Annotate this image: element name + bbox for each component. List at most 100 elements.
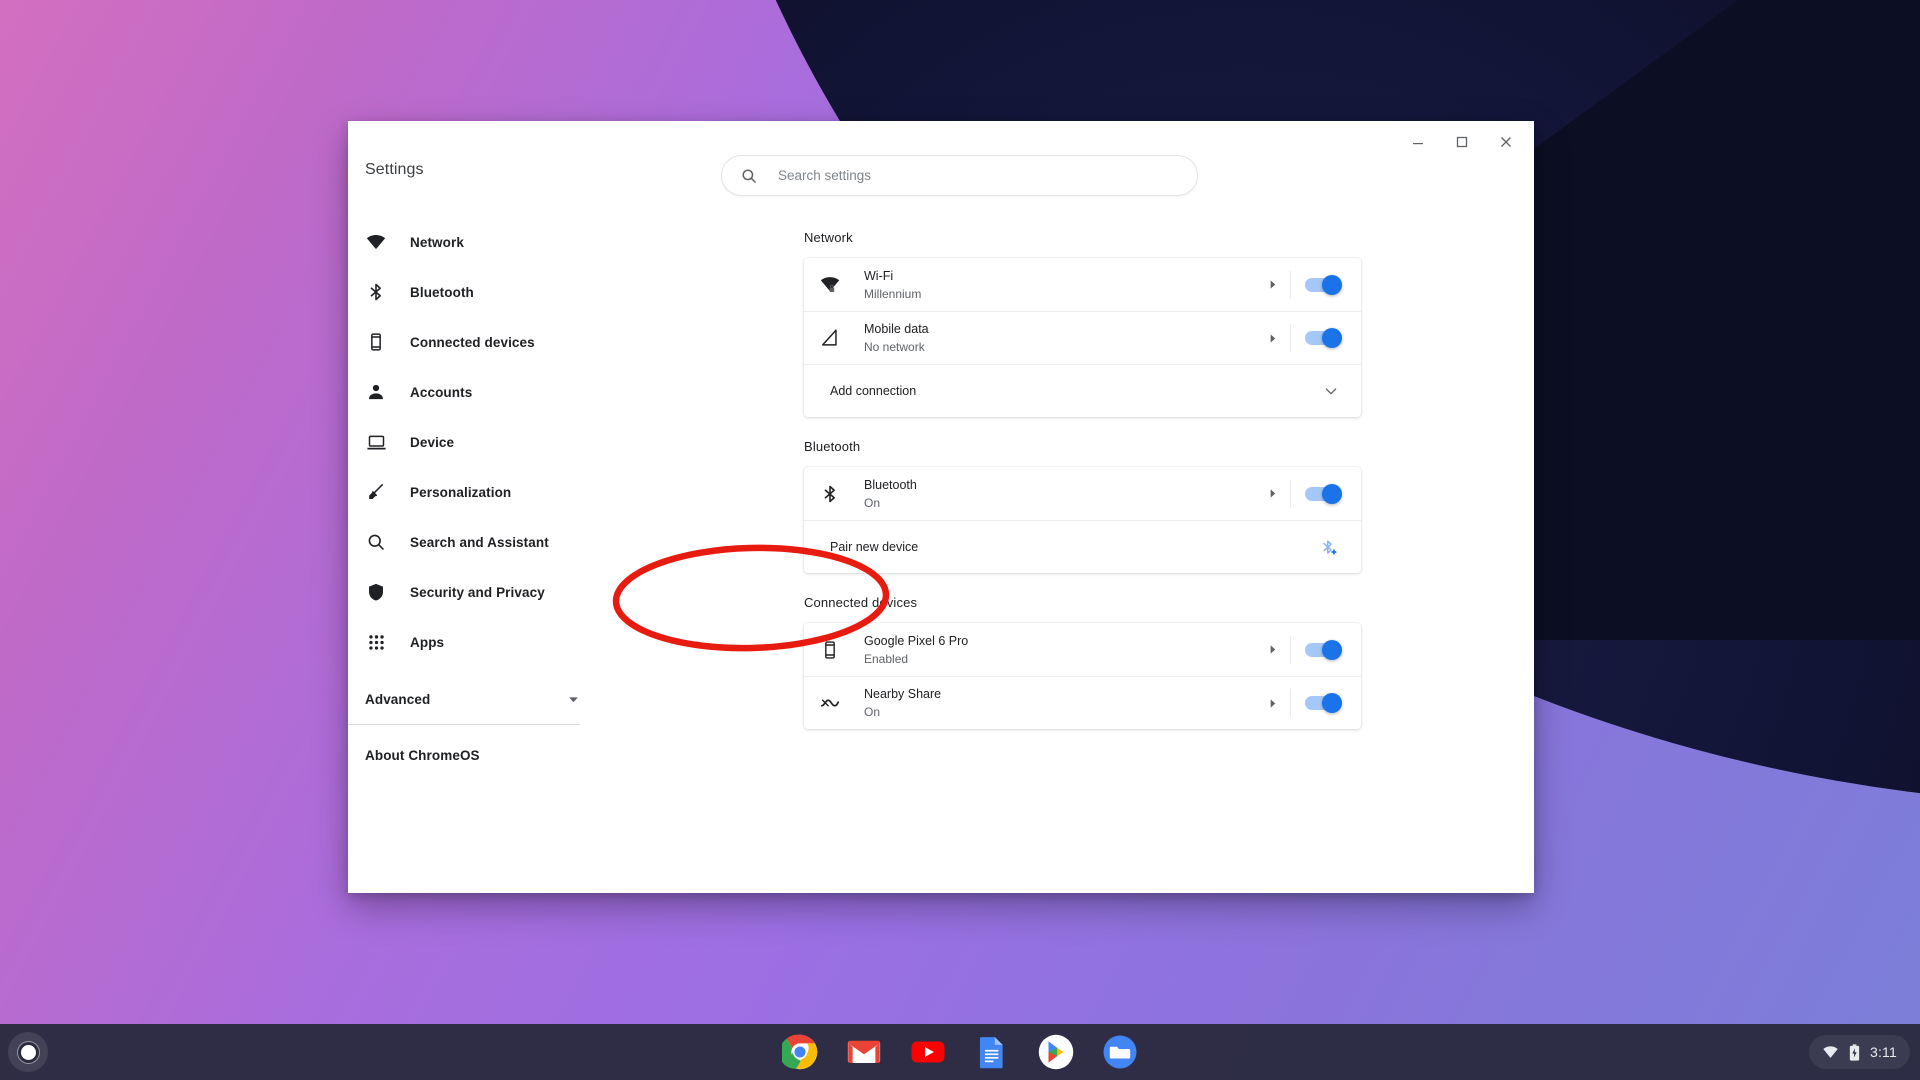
system-tray[interactable]: 3:11 (1808, 1035, 1910, 1069)
maximize-button[interactable] (1440, 123, 1484, 161)
wifi-icon (365, 231, 387, 253)
settings-window: Settings Network Bluetooth Connected dev… (348, 121, 1534, 893)
row-add-connection[interactable]: Add connection (804, 364, 1361, 417)
sidebar-item-label: Bluetooth (410, 284, 474, 300)
bluetooth-icon (818, 484, 842, 504)
chevron-right-icon[interactable] (1267, 279, 1278, 290)
launcher-icon (20, 1044, 36, 1060)
grid-apps-icon (365, 631, 387, 653)
close-icon (1500, 136, 1512, 148)
row-subtitle: On (864, 705, 881, 719)
row-subtitle: On (864, 495, 881, 510)
row-title: Wi-Fi (864, 268, 894, 283)
section-connected-devices: Connected devices Google Pixel 6 Pro Ena… (608, 595, 1534, 729)
mobile-data-toggle[interactable] (1305, 328, 1342, 348)
settings-sections: Network Wi-Fi Millennium Mobile data No … (608, 196, 1534, 729)
sidebar-item-network[interactable]: Network (348, 217, 608, 267)
pair-new-device-label: Pair new device (830, 540, 919, 554)
nearby-share-icon (818, 692, 842, 714)
section-network: Network Wi-Fi Millennium Mobile data No … (608, 230, 1534, 417)
row-divider (1290, 689, 1291, 717)
shelf-app-chrome[interactable] (781, 1033, 819, 1071)
add-connection-label: Add connection (830, 384, 917, 398)
play-store-icon (1038, 1034, 1074, 1070)
row-subtitle: Millennium (864, 286, 922, 301)
row-title: Bluetooth (864, 477, 917, 492)
shield-icon (365, 581, 387, 603)
row-text: Bluetooth On (864, 477, 1267, 511)
row-divider (1290, 324, 1291, 352)
sidebar-item-device[interactable]: Device (348, 417, 608, 467)
sidebar-divider (348, 724, 580, 725)
shelf-app-play-store[interactable] (1037, 1033, 1075, 1071)
row-nearby-share[interactable]: Nearby Share On (804, 676, 1361, 729)
row-mobile-data[interactable]: Mobile data No network (804, 311, 1361, 364)
chevron-right-icon[interactable] (1267, 698, 1278, 709)
row-text: Nearby Share On (864, 686, 1267, 720)
chevron-down-icon (567, 693, 580, 706)
row-google-pixel-6-pro[interactable]: Google Pixel 6 Pro Enabled (804, 623, 1361, 676)
bluetooth-card: Bluetooth On Pair new device (804, 467, 1361, 573)
nearby-share-toggle[interactable] (1305, 693, 1342, 713)
files-icon (1102, 1034, 1138, 1070)
sidebar-item-advanced[interactable]: Advanced (348, 674, 608, 724)
chevron-down-icon[interactable] (1323, 383, 1339, 399)
shelf-apps (781, 1033, 1139, 1071)
bluetooth-toggle[interactable] (1305, 483, 1342, 504)
shelf-app-youtube[interactable] (909, 1033, 947, 1071)
connected-devices-card: Google Pixel 6 Pro Enabled Nearby Share … (804, 623, 1361, 729)
launcher-button[interactable] (8, 1032, 48, 1072)
sidebar-about-label: About ChromeOS (365, 747, 480, 763)
sidebar-item-label: Apps (410, 634, 445, 650)
search-box[interactable] (721, 155, 1198, 196)
youtube-icon (910, 1034, 946, 1070)
bluetooth-add-icon[interactable] (1320, 538, 1339, 557)
sidebar-item-connected-devices[interactable]: Connected devices (348, 317, 608, 367)
chevron-right-icon[interactable] (1267, 488, 1278, 499)
sidebar-item-label: Accounts (410, 384, 473, 400)
row-divider (1290, 479, 1291, 508)
sidebar-item-accounts[interactable]: Accounts (348, 367, 608, 417)
shelf-app-gmail[interactable] (845, 1033, 883, 1071)
app-title: Settings (365, 161, 424, 178)
row-title: Nearby Share (864, 687, 942, 701)
desktop: Settings Network Bluetooth Connected dev… (0, 0, 1920, 1080)
chevron-right-icon[interactable] (1267, 333, 1278, 344)
row-title: Google Pixel 6 Pro (864, 633, 969, 648)
section-title: Bluetooth (804, 439, 861, 454)
chevron-right-icon[interactable] (1267, 644, 1278, 655)
search-icon (365, 531, 387, 553)
sidebar-item-search-and-assistant[interactable]: Search and Assistant (348, 517, 608, 567)
row-divider (1290, 635, 1291, 664)
phone-icon (365, 331, 387, 353)
sidebar-item-personalization[interactable]: Personalization (348, 467, 608, 517)
sidebar-item-bluetooth[interactable]: Bluetooth (348, 267, 608, 317)
row-text: Google Pixel 6 Pro Enabled (864, 633, 1267, 667)
maximize-icon (1456, 136, 1468, 148)
sidebar-item-label: Personalization (410, 484, 512, 500)
row-text: Mobile data No network (864, 321, 1267, 355)
wifi-toggle[interactable] (1305, 274, 1342, 295)
bluetooth-icon (365, 281, 387, 303)
row-bluetooth[interactable]: Bluetooth On (804, 467, 1361, 520)
sidebar-item-apps[interactable]: Apps (348, 617, 608, 667)
close-button[interactable] (1484, 123, 1528, 161)
shelf-app-google-docs[interactable] (973, 1033, 1011, 1071)
sidebar-nav: Network Bluetooth Connected devices Acco… (348, 217, 608, 667)
minimize-button[interactable] (1396, 123, 1440, 161)
shelf: 3:11 (0, 1024, 1920, 1080)
chrome-icon (782, 1034, 818, 1070)
sidebar-item-about-chromeos[interactable]: About ChromeOS (348, 730, 608, 780)
search-input[interactable] (778, 168, 1181, 183)
gmail-icon (846, 1034, 882, 1070)
row-pair-new-device[interactable]: Pair new device (804, 520, 1361, 573)
wifi-lock-icon (818, 274, 842, 296)
person-icon (365, 381, 387, 403)
shelf-app-files[interactable] (1101, 1033, 1139, 1071)
row-title: Mobile data (864, 322, 929, 336)
sidebar-item-security-and-privacy[interactable]: Security and Privacy (348, 567, 608, 617)
section-title: Connected devices (804, 595, 918, 610)
row-wifi[interactable]: Wi-Fi Millennium (804, 258, 1361, 311)
google-pixel-6-pro-toggle[interactable] (1305, 639, 1342, 660)
section-title: Network (804, 230, 853, 245)
